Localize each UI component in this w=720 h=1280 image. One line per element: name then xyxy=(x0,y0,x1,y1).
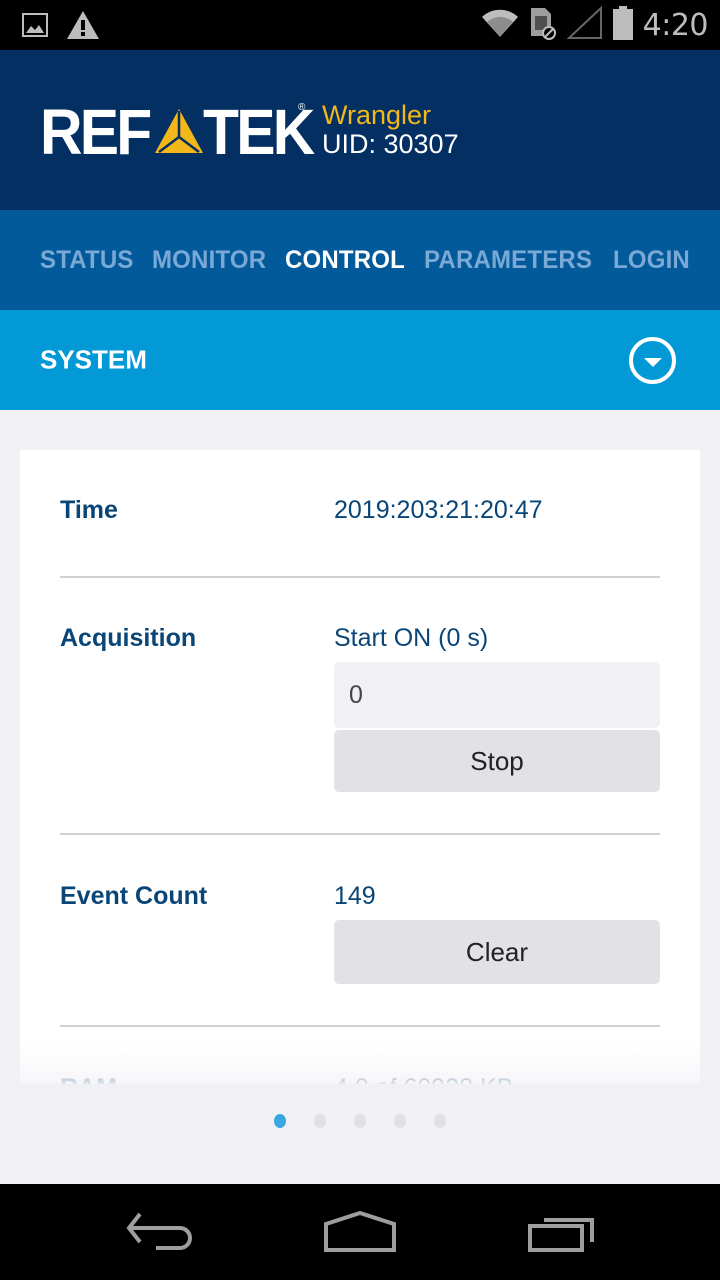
sim-card-icon xyxy=(529,6,557,45)
tab-login[interactable]: LOGIN xyxy=(613,246,690,275)
acquisition-delay-input[interactable]: 0 xyxy=(334,662,660,728)
tab-monitor[interactable]: MONITOR xyxy=(152,246,266,275)
recents-icon[interactable] xyxy=(526,1210,598,1261)
divider xyxy=(60,576,660,578)
acquisition-label: Acquisition xyxy=(60,624,197,652)
clear-button[interactable]: Clear xyxy=(334,920,660,984)
section-title: SYSTEM xyxy=(40,344,147,375)
stop-button[interactable]: Stop xyxy=(334,730,660,792)
registered-mark: ® xyxy=(298,102,306,113)
page-dot-5[interactable] xyxy=(434,1114,446,1128)
home-icon[interactable] xyxy=(322,1210,398,1261)
page-dot-1[interactable] xyxy=(274,1114,286,1128)
chevron-down-circle-icon[interactable] xyxy=(629,337,676,384)
divider xyxy=(60,1025,660,1027)
triangle-logo-icon xyxy=(153,107,205,157)
logo-text-right: TEK xyxy=(203,96,315,168)
wifi-icon xyxy=(481,8,519,43)
signal-icon xyxy=(566,5,603,45)
clock: 4:20 xyxy=(642,8,709,43)
event-count-value: 149 xyxy=(334,882,376,910)
content-area: Time 2019:203:21:20:47 Acquisition Start… xyxy=(0,410,720,1184)
tab-status[interactable]: STATUS xyxy=(40,246,134,275)
tab-parameters[interactable]: PARAMETERS xyxy=(424,246,592,275)
battery-icon xyxy=(612,6,633,45)
system-card: Time 2019:203:21:20:47 Acquisition Start… xyxy=(20,450,700,1084)
section-header-system[interactable]: SYSTEM xyxy=(0,310,720,410)
acquisition-value: Start ON (0 s) xyxy=(334,624,489,652)
page-dot-2[interactable] xyxy=(314,1114,326,1128)
main-nav: STATUS MONITOR CONTROL PARAMETERS LOGIN xyxy=(0,210,720,310)
divider xyxy=(60,833,660,835)
device-uid: UID: 30307 xyxy=(322,129,459,159)
time-value: 2019:203:21:20:47 xyxy=(334,496,543,524)
time-label: Time xyxy=(60,496,118,524)
page-indicator xyxy=(274,1114,446,1128)
warning-icon xyxy=(66,10,100,45)
image-notification-icon xyxy=(22,12,48,43)
brand-logo: REF TEK xyxy=(40,96,322,168)
device-info: Wrangler UID: 30307 xyxy=(322,102,459,158)
logo-text-left: REF xyxy=(40,96,152,168)
back-icon[interactable] xyxy=(126,1210,194,1261)
page-dot-3[interactable] xyxy=(354,1114,366,1128)
tab-control[interactable]: CONTROL xyxy=(285,246,405,275)
app-header: REF TEK ® Wrangler UID: 30307 xyxy=(0,50,720,210)
system-nav-bar xyxy=(0,1184,720,1280)
status-bar: 4:20 xyxy=(0,0,720,50)
page-dot-4[interactable] xyxy=(394,1114,406,1128)
device-name: Wrangler xyxy=(322,100,432,130)
event-count-label: Event Count xyxy=(60,882,208,910)
